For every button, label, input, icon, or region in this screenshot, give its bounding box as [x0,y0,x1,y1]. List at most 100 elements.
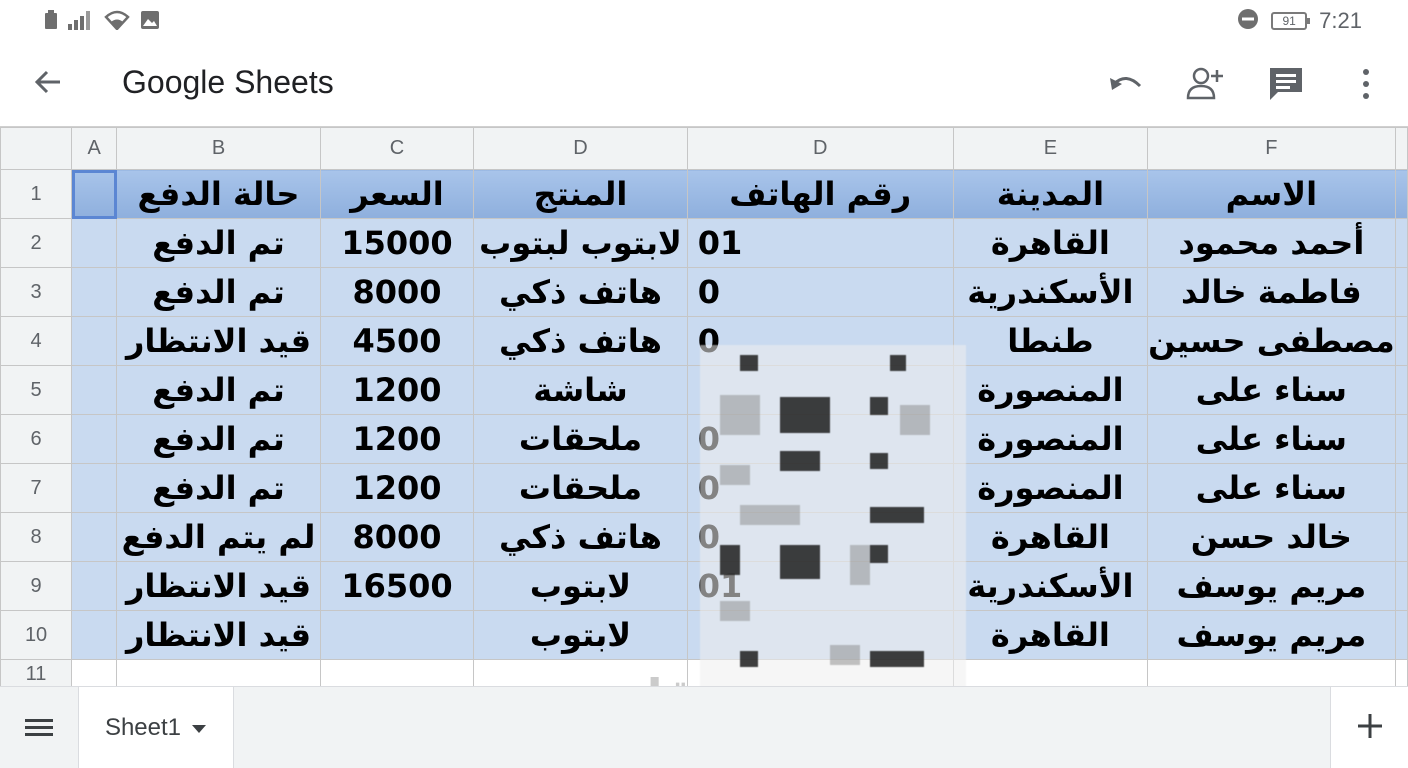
cell-name[interactable]: مصطفى حسين [1147,316,1396,366]
cell-name[interactable]: خالد حسن [1147,512,1396,562]
cell-product[interactable]: شاشة [473,365,688,415]
row-header-10[interactable]: 10 [0,610,73,660]
cell-overflow[interactable] [1394,316,1408,366]
cell-payment-status[interactable]: قيد الانتظار [116,316,321,366]
cell-name[interactable]: مريم يوسف [1147,610,1396,660]
back-arrow-icon[interactable] [30,64,66,100]
cell-price[interactable]: 4500 [319,316,475,366]
row-header-3[interactable]: 3 [0,267,73,317]
cell-overflow[interactable] [1394,218,1408,268]
column-header-d[interactable]: D [473,127,688,170]
cell-overflow[interactable] [1394,267,1408,317]
row-header-5[interactable]: 5 [0,365,73,415]
cell-city[interactable]: القاهرة [952,512,1149,562]
cell-product[interactable]: ملحقات [473,414,688,464]
cell-price[interactable]: 1200 [319,414,475,464]
header-name[interactable]: الاسم [1147,169,1396,219]
cell-name[interactable]: مريم يوسف [1147,561,1396,611]
cell-overflow[interactable] [1394,463,1408,513]
comment-icon[interactable] [1266,64,1306,104]
cell-city[interactable]: طنطا [952,316,1149,366]
cell-price[interactable] [319,610,475,660]
cell-name[interactable]: فاطمة خالد [1147,267,1396,317]
cell-name[interactable]: سناء على [1147,365,1396,415]
header-city[interactable]: المدينة [952,169,1149,219]
select-all-corner[interactable] [0,127,73,170]
column-header-f[interactable]: F [1147,127,1396,170]
cell-product[interactable]: لابتوب لبتوب [473,218,688,268]
column-header-c[interactable]: C [319,127,475,170]
cell-name[interactable]: أحمد محمود [1147,218,1396,268]
add-sheet-button[interactable] [1330,687,1408,768]
cell-overflow[interactable] [1394,610,1408,660]
row-header-8[interactable]: 8 [0,512,73,562]
cell-a[interactable] [71,267,118,317]
cell-a[interactable] [71,561,118,611]
cell-city[interactable]: الأسكندرية [952,561,1149,611]
column-header-a[interactable]: A [71,127,118,170]
cell-empty[interactable] [319,659,475,686]
cell-payment-status[interactable]: تم الدفع [116,365,321,415]
cell-a[interactable] [71,414,118,464]
cell-a[interactable] [71,316,118,366]
cell-empty[interactable] [1147,659,1396,686]
cell-city[interactable]: المنصورة [952,365,1149,415]
cell-payment-status[interactable]: تم الدفع [116,218,321,268]
cell-product[interactable]: لابتوب [473,610,688,660]
cell-price[interactable]: 8000 [319,512,475,562]
cell-overflow[interactable] [1394,169,1408,219]
cell-product[interactable]: لابتوب [473,561,688,611]
cell-city[interactable]: القاهرة [952,610,1149,660]
cell-city[interactable]: القاهرة [952,218,1149,268]
cell-payment-status[interactable]: تم الدفع [116,267,321,317]
row-header-7[interactable]: 7 [0,463,73,513]
header-product[interactable]: المنتج [473,169,688,219]
cell-a[interactable] [71,365,118,415]
cell-a1-selected[interactable] [71,169,118,219]
cell-overflow[interactable] [1394,414,1408,464]
cell-overflow[interactable] [1394,365,1408,415]
cell-payment-status[interactable]: قيد الانتظار [116,561,321,611]
add-person-icon[interactable] [1186,64,1226,104]
cell-empty[interactable] [116,659,321,686]
row-header-9[interactable]: 9 [0,561,73,611]
cell-city[interactable]: المنصورة [952,463,1149,513]
cell-name[interactable]: سناء على [1147,414,1396,464]
row-header-11[interactable]: 11 [0,659,73,686]
cell-empty[interactable] [71,659,118,686]
cell-a[interactable] [71,463,118,513]
cell-empty[interactable] [473,659,688,686]
more-vert-icon[interactable] [1346,64,1386,104]
cell-empty[interactable] [1394,659,1408,686]
cell-product[interactable]: ملحقات [473,463,688,513]
column-header-d2[interactable]: D [686,127,954,170]
column-header-e[interactable]: E [952,127,1149,170]
cell-a[interactable] [71,610,118,660]
cell-phone[interactable]: 01 [686,218,954,268]
cell-product[interactable]: هاتف ذكي [473,512,688,562]
cell-city[interactable]: المنصورة [952,414,1149,464]
cell-name[interactable]: سناء على [1147,463,1396,513]
row-header-1[interactable]: 1 [0,169,73,219]
cell-payment-status[interactable]: قيد الانتظار [116,610,321,660]
cell-empty[interactable] [952,659,1149,686]
cell-a[interactable] [71,218,118,268]
cell-price[interactable]: 15000 [319,218,475,268]
cell-product[interactable]: هاتف ذكي [473,267,688,317]
cell-city[interactable]: الأسكندرية [952,267,1149,317]
dropdown-arrow-icon[interactable] [191,719,207,738]
undo-icon[interactable] [1106,64,1146,104]
cell-payment-status[interactable]: تم الدفع [116,414,321,464]
cell-price[interactable]: 16500 [319,561,475,611]
row-header-2[interactable]: 2 [0,218,73,268]
cell-price[interactable]: 8000 [319,267,475,317]
column-header-b[interactable]: B [116,127,321,170]
cell-a[interactable] [71,512,118,562]
all-sheets-menu-icon[interactable] [22,711,56,745]
cell-overflow[interactable] [1394,561,1408,611]
cell-payment-status[interactable]: لم يتم الدفع [116,512,321,562]
cell-product[interactable]: هاتف ذكي [473,316,688,366]
cell-price[interactable]: 1200 [319,463,475,513]
header-price[interactable]: السعر [319,169,475,219]
cell-phone[interactable]: 0 [686,267,954,317]
